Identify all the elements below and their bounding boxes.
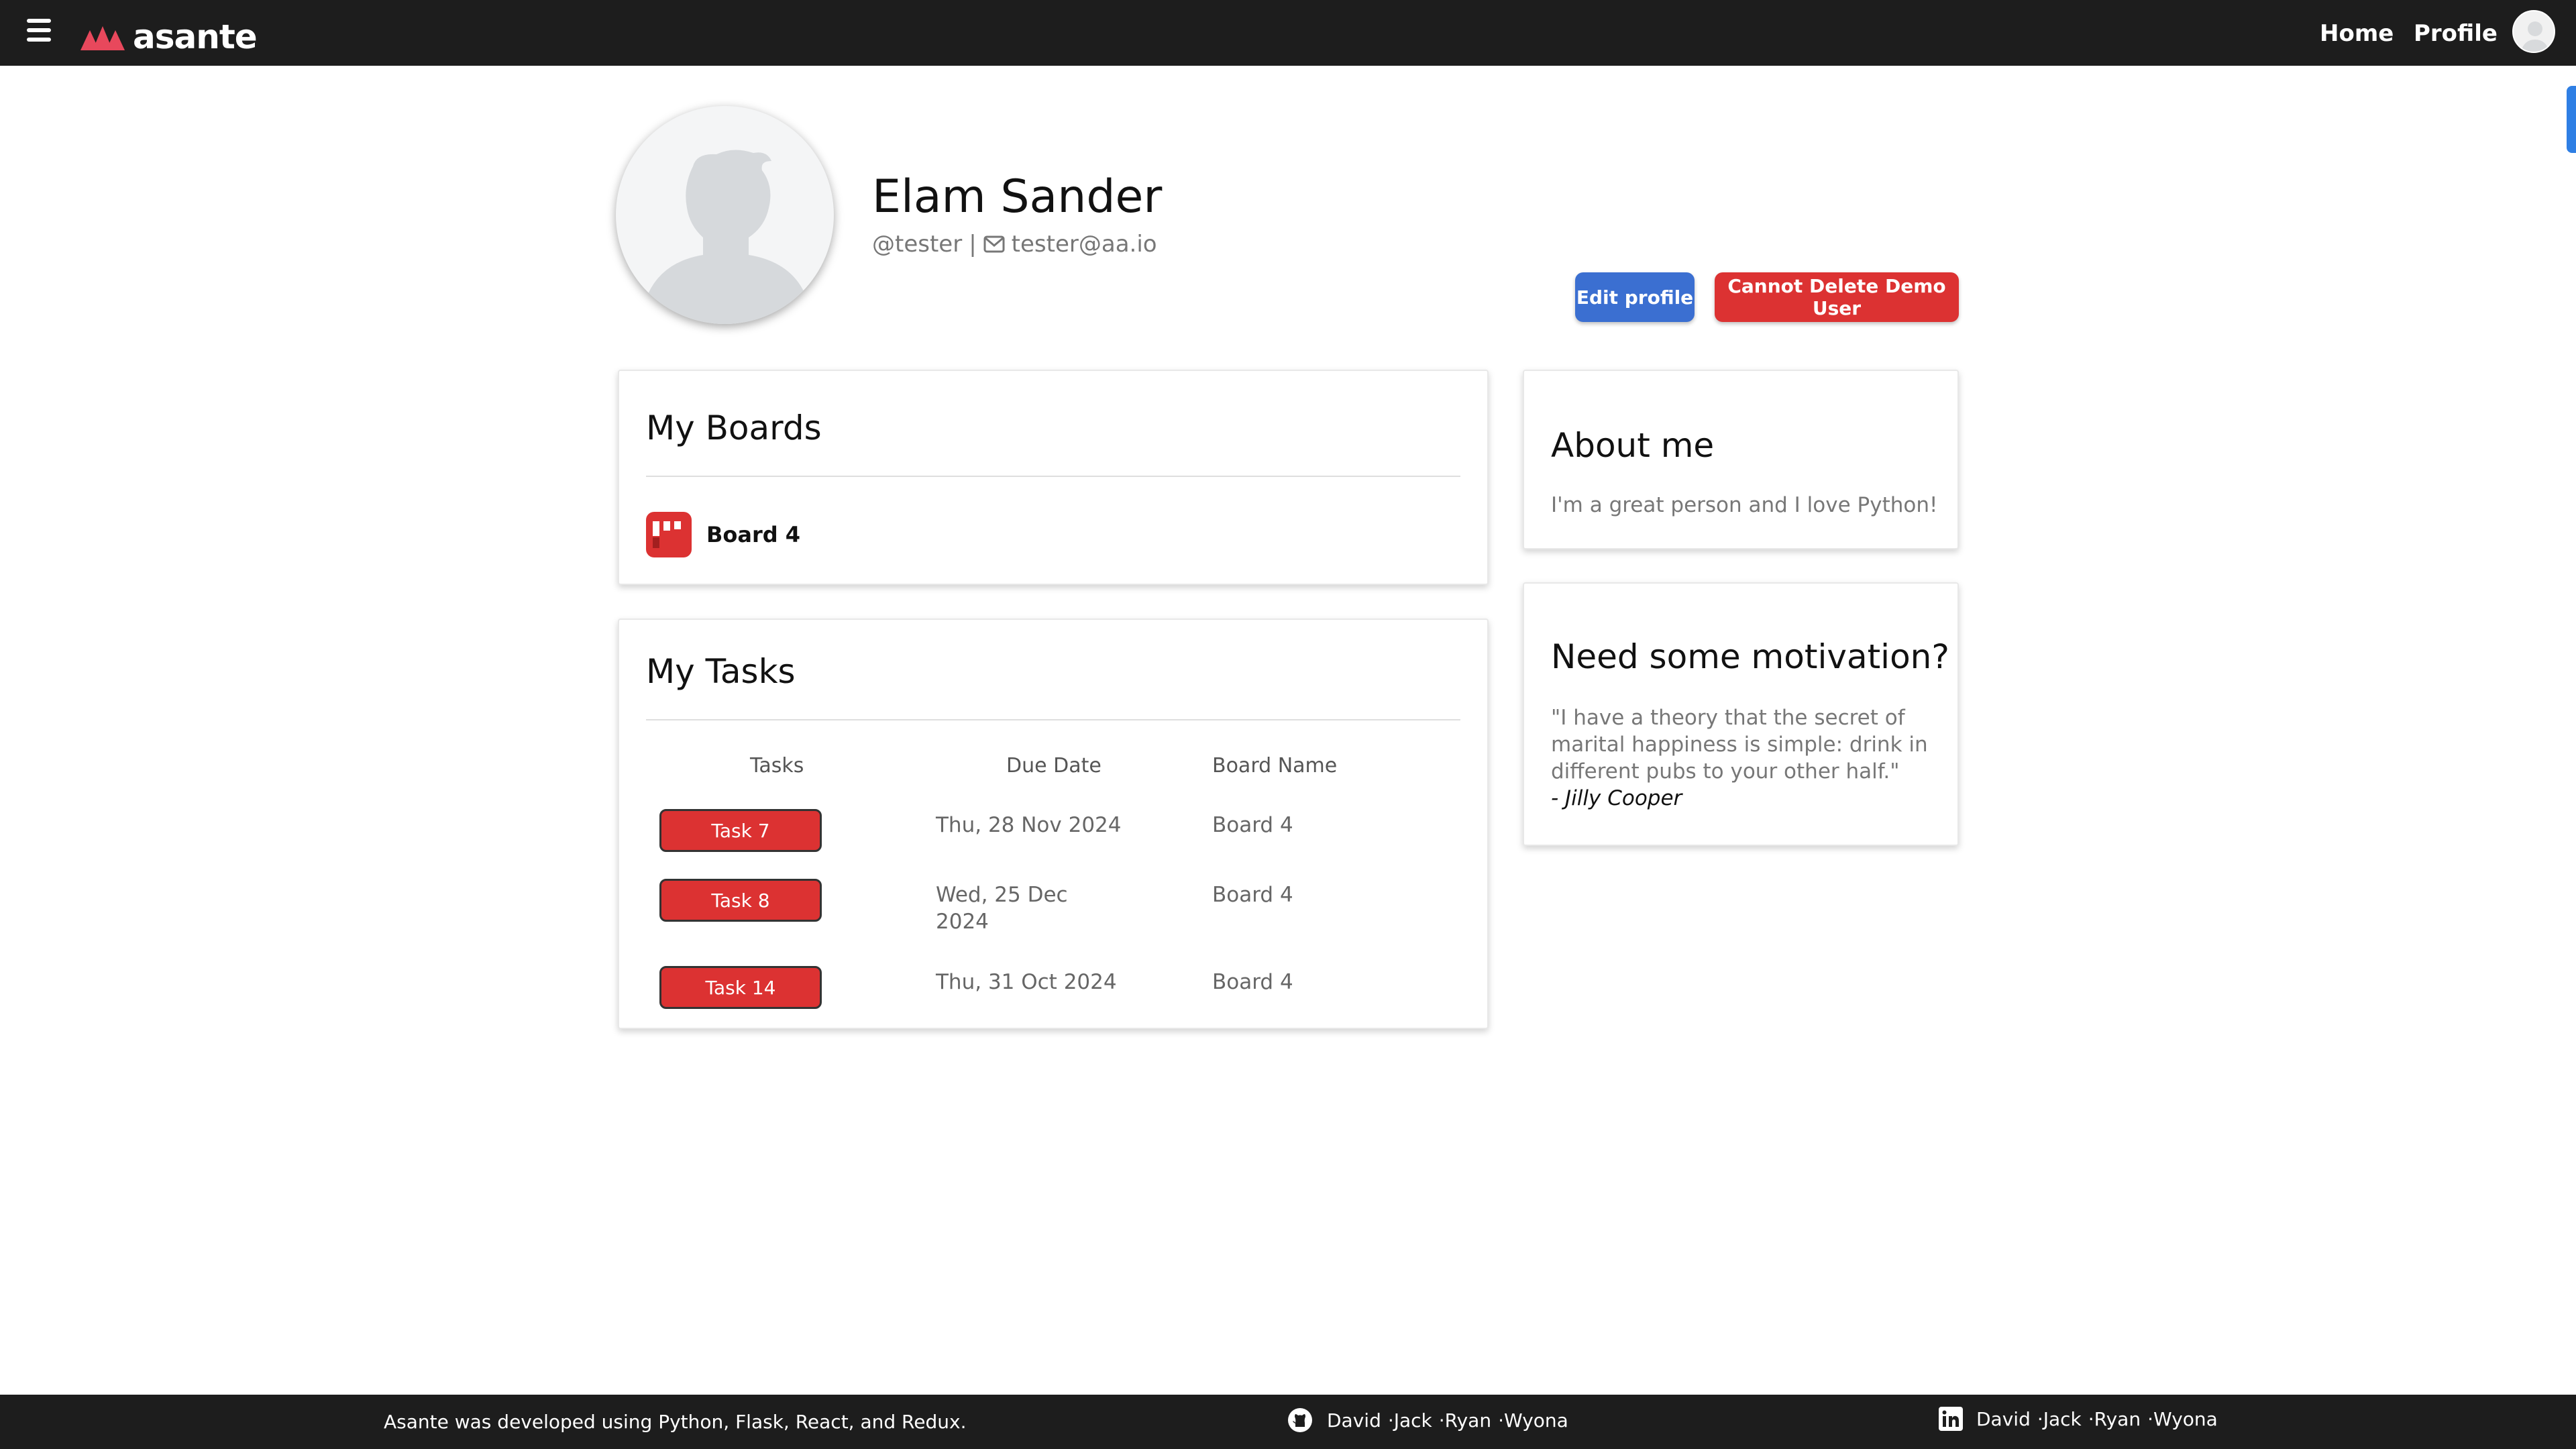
linkedin-link-wyona[interactable]: ·Wyona (2147, 1408, 2218, 1430)
linkedin-link-david[interactable]: David (1976, 1408, 2031, 1430)
nav-home-link[interactable]: Home (2320, 20, 2394, 47)
hamburger-menu-icon[interactable] (27, 19, 52, 43)
side-scroll-tab[interactable] (2567, 86, 2576, 153)
nav-profile-link[interactable]: Profile (2414, 20, 2498, 47)
github-link-ryan[interactable]: ·Ryan (1439, 1409, 1491, 1432)
task-due-date: Thu, 31 Oct 2024 (936, 969, 1117, 996)
task-board-name: Board 4 (1212, 970, 1293, 994)
board-icon (646, 512, 692, 557)
motivation-card: Need some motivation? "I have a theory t… (1523, 582, 1959, 846)
quote-author: - Jilly Cooper (1551, 786, 1682, 810)
github-icon (1288, 1408, 1312, 1432)
about-me-card: About me I'm a great person and I love P… (1523, 370, 1959, 549)
my-tasks-title: My Tasks (646, 652, 796, 691)
due-date-line: Wed, 25 Dec (936, 883, 1068, 907)
envelope-icon (983, 235, 1005, 253)
motivation-quote: "I have a theory that the secret of mari… (1551, 706, 1928, 784)
tasks-column-header: Tasks (750, 754, 804, 777)
due-date-line: Thu, 28 Nov 2024 (936, 813, 1122, 837)
github-link-david[interactable]: David (1327, 1409, 1381, 1432)
task-due-date: Wed, 25 Dec 2024 (936, 881, 1068, 935)
brand-logo[interactable]: asante (80, 17, 258, 56)
my-boards-title: My Boards (646, 409, 822, 447)
due-date-line: 2024 (936, 910, 989, 934)
task-board-name: Board 4 (1212, 813, 1293, 837)
tasks-divider (646, 719, 1460, 720)
user-avatar-icon (2520, 21, 2550, 52)
edit-profile-button[interactable]: Edit profile (1575, 272, 1695, 322)
board-list-item[interactable]: Board 4 (646, 512, 800, 557)
task-button[interactable]: Task 8 (659, 879, 822, 922)
profile-username: @tester (872, 231, 963, 258)
about-me-text: I'm a great person and I love Python! (1551, 493, 1938, 517)
user-silhouette-icon (643, 150, 810, 324)
footer-github-links: David ·Jack ·Ryan ·Wyona (1287, 1407, 1568, 1434)
due-date-column-header: Due Date (1006, 754, 1102, 777)
profile-avatar (616, 106, 834, 324)
github-link-wyona[interactable]: ·Wyona (1498, 1409, 1568, 1432)
delete-user-button[interactable]: Cannot Delete Demo User (1715, 272, 1959, 322)
github-link-jack[interactable]: ·Jack (1388, 1409, 1432, 1432)
board-name-column-header: Board Name (1212, 754, 1338, 777)
due-date-line: Thu, 31 Oct 2024 (936, 970, 1117, 994)
my-tasks-card: My Tasks Tasks Due Date Board Name Task … (618, 619, 1489, 1029)
brand-name: asante (133, 17, 258, 56)
task-board-name: Board 4 (1212, 883, 1293, 907)
board-item-label: Board 4 (706, 522, 801, 547)
task-button[interactable]: Task 7 (659, 809, 822, 852)
asante-logo-icon (80, 26, 125, 50)
linkedin-link-jack[interactable]: ·Jack (2037, 1408, 2082, 1430)
motivation-title: Need some motivation? (1551, 637, 1949, 676)
profile-email: tester@aa.io (1011, 231, 1157, 258)
my-boards-card: My Boards Board 4 (618, 370, 1489, 585)
footer-linkedin-links: David ·Jack ·Ryan ·Wyona (1939, 1407, 2218, 1431)
task-due-date: Thu, 28 Nov 2024 (936, 812, 1122, 839)
task-button[interactable]: Task 14 (659, 966, 822, 1009)
meta-separator: | (969, 231, 977, 258)
profile-name: Elam Sander (872, 170, 1163, 223)
top-navbar: asante Home Profile (0, 0, 2576, 66)
linkedin-link-ryan[interactable]: ·Ryan (2088, 1408, 2141, 1430)
footer-tech-text: Asante was developed using Python, Flask… (384, 1411, 967, 1433)
boards-divider (646, 476, 1460, 477)
profile-meta: @tester | tester@aa.io (872, 231, 1157, 258)
linkedin-names: David ·Jack ·Ryan ·Wyona (1976, 1408, 2218, 1430)
linkedin-icon (1939, 1407, 1963, 1431)
nav-avatar[interactable] (2512, 10, 2555, 53)
about-me-title: About me (1551, 426, 1715, 465)
page-footer: Asante was developed using Python, Flask… (0, 1395, 2576, 1449)
github-names: David ·Jack ·Ryan ·Wyona (1327, 1409, 1568, 1432)
